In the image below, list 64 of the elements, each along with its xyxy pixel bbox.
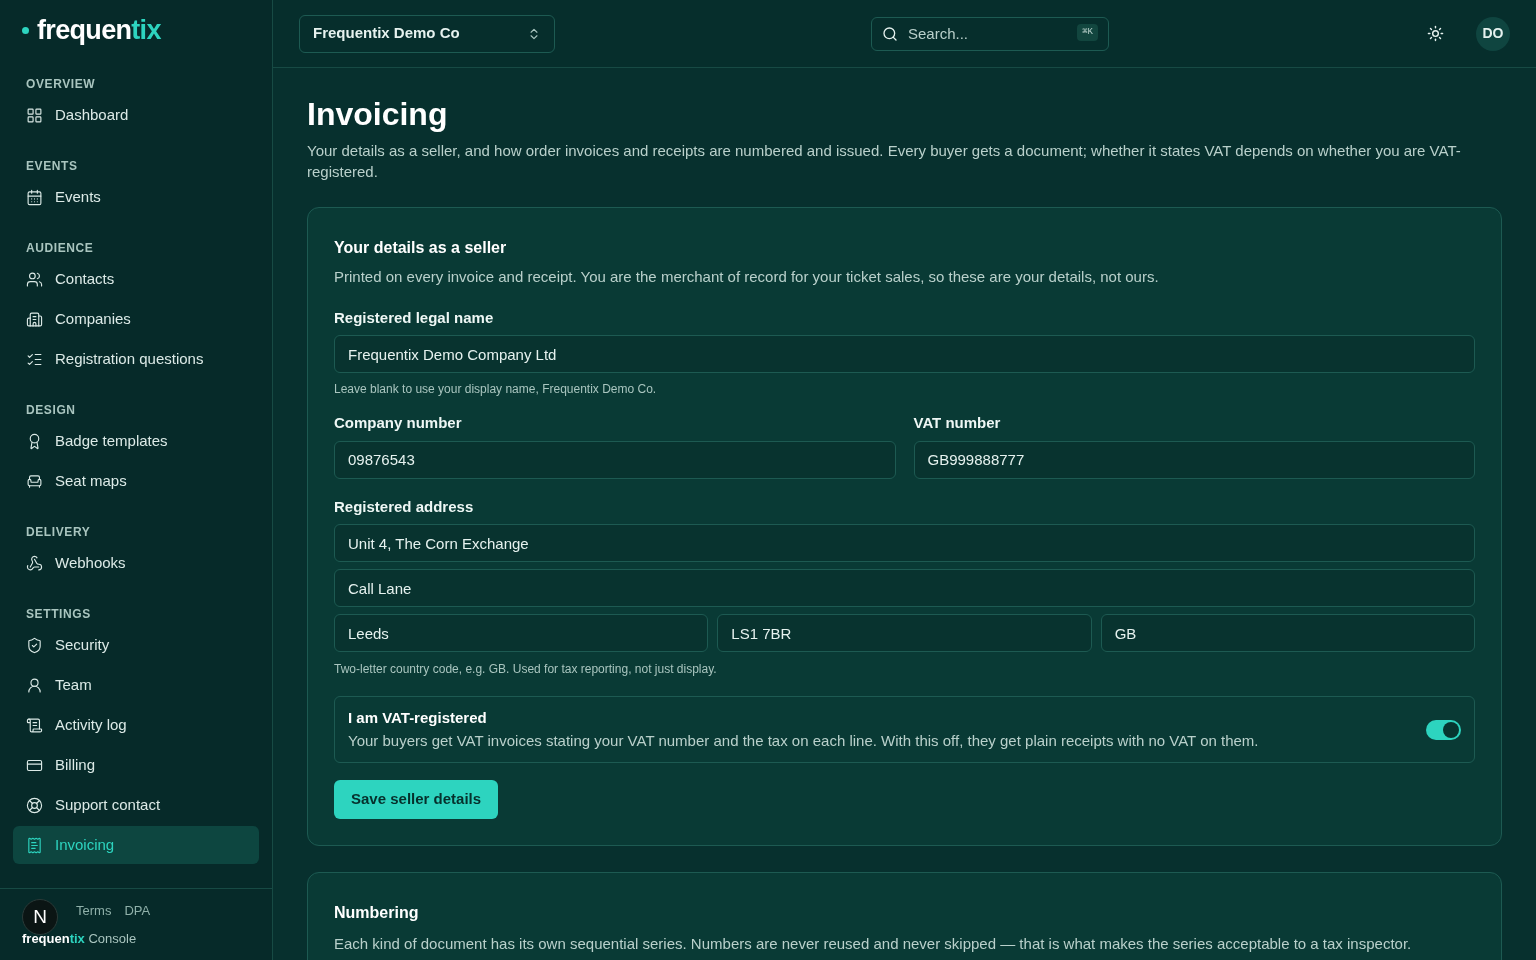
field-label: VAT number: [913, 413, 1002, 433]
vat-registered-switch[interactable]: [1426, 719, 1461, 740]
nav-item[interactable]: Activity log: [13, 706, 259, 744]
nav-item[interactable]: Seat maps: [13, 462, 259, 500]
nav-item[interactable]: Team: [13, 666, 259, 704]
city-field[interactable]: Leeds: [334, 614, 709, 652]
users-icon: [26, 270, 43, 288]
nav-section-heading: EVENTS: [25, 158, 79, 175]
user-avatar[interactable]: DO: [1476, 16, 1510, 51]
card-description: Printed on every invoice and receipt. You are the merchant of record for your ticket sales, so these are your details, not ours.: [334, 267, 1160, 287]
organization-select[interactable]: Frequentix Demo Co: [299, 14, 555, 53]
field-label: Company number: [334, 413, 463, 433]
card-description: Each kind of document has its own sequential series. Numbers are never reused and never skipped — that is what makes the series acceptable to a tax inspector.: [334, 934, 1413, 954]
legal-name-field[interactable]: Frequentix Demo Company Ltd: [334, 335, 1475, 373]
footer-link[interactable]: Terms: [76, 901, 112, 921]
nav-item[interactable]: Events: [13, 178, 259, 216]
nav-item[interactable]: Badge templates: [13, 422, 259, 460]
country-field[interactable]: GB: [1100, 614, 1475, 652]
nav-item[interactable]: Webhooks: [13, 544, 259, 582]
field-hint: Leave blank to use your display name, Frequentix Demo Co.: [334, 381, 658, 398]
nav-item[interactable]: Security: [13, 626, 259, 664]
nav-item[interactable]: Support contact: [13, 786, 259, 824]
field-hint: Two-letter country code, e.g. GB. Used for tax reporting, not just display.: [334, 661, 718, 678]
user-icon: [26, 676, 43, 694]
nav-section-heading: DELIVERY: [25, 524, 92, 541]
nav-section-heading: AUDIENCE: [25, 240, 95, 257]
company-number-field[interactable]: 09876543: [334, 440, 896, 479]
nav-item[interactable]: Dashboard: [13, 96, 259, 134]
save-button[interactable]: Save seller details: [334, 780, 499, 819]
nav-item[interactable]: Contacts: [13, 260, 259, 298]
webhook-icon: [26, 554, 43, 572]
nav-item[interactable]: Registration questions: [13, 340, 259, 378]
vat-number-field[interactable]: GB999888777: [913, 440, 1475, 479]
field-label: Registered address: [334, 496, 475, 517]
logo[interactable]: frequentix: [37, 16, 161, 44]
shortcut-hint: ⌘K: [1077, 23, 1098, 41]
footer-link[interactable]: DPA: [124, 901, 151, 921]
calendar-icon: [26, 188, 43, 206]
nav-section-heading: SETTINGS: [25, 606, 92, 623]
card-title: Your details as a seller: [334, 238, 508, 258]
page-description: Your details as a seller, and how order invoices and receipts are numbered and issued. Every buyer gets a document; whether it states VAT depends on whether you are VAT-registered.: [307, 141, 1462, 182]
address-line-field[interactable]: Call Lane: [334, 569, 1475, 607]
address-line-field[interactable]: Unit 4, The Corn Exchange: [334, 524, 1475, 562]
dashboard-icon: [26, 106, 43, 124]
toggle-label: I am VAT-registered: [348, 708, 488, 728]
toggle-description: Your buyers get VAT invoices stating your VAT number and the tax on each line. With this off, they get plain receipts with no VAT on them.: [348, 730, 1260, 751]
nav-section-heading: OVERVIEW: [25, 76, 97, 93]
nav-item[interactable]: Invoicing: [13, 826, 259, 864]
field-label: Registered legal name: [334, 307, 495, 328]
armchair-icon: [26, 472, 43, 490]
scroll-icon: [26, 716, 43, 734]
receipt-icon: [26, 836, 43, 854]
dev-indicator-badge[interactable]: N: [22, 899, 58, 935]
nav-item[interactable]: Companies: [13, 300, 259, 338]
nav-item[interactable]: Billing: [13, 746, 259, 784]
card-title: Numbering: [334, 903, 420, 923]
theme-toggle-icon[interactable]: [1427, 25, 1444, 42]
postcode-field[interactable]: LS1 7BR: [717, 614, 1092, 652]
page-title: Invoicing: [307, 95, 449, 134]
lifebuoy-icon: [26, 796, 43, 814]
nav-section-heading: DESIGN: [25, 402, 77, 419]
building-icon: [26, 310, 43, 328]
shield-icon: [26, 636, 43, 654]
search-icon: [882, 25, 898, 42]
